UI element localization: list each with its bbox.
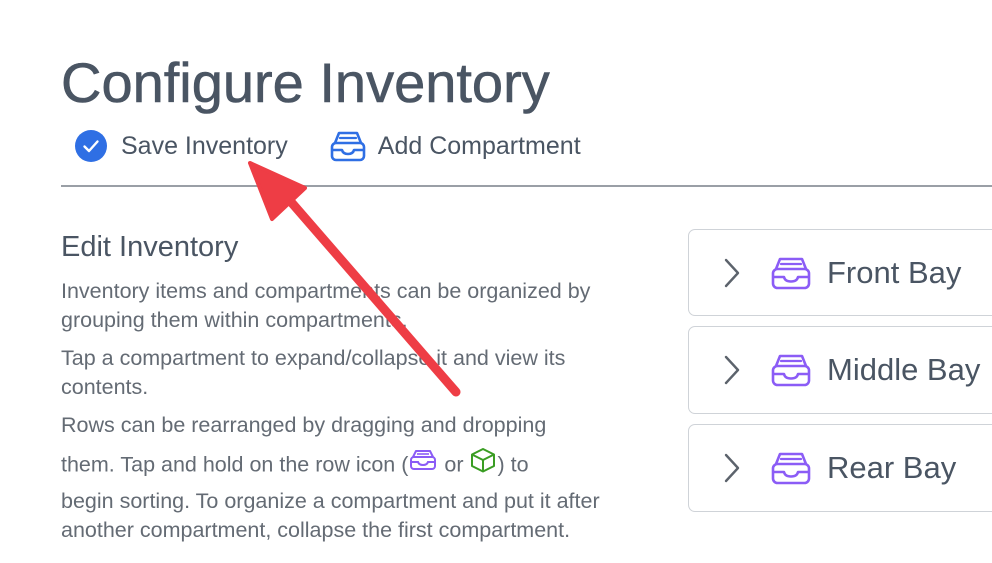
save-inventory-label: Save Inventory bbox=[121, 132, 288, 160]
help-text: Inventory items and compartments can be … bbox=[61, 277, 621, 545]
chevron-right-icon[interactable] bbox=[722, 257, 742, 289]
help-text-fragment: ) to bbox=[497, 452, 529, 477]
chevron-right-icon[interactable] bbox=[722, 354, 742, 386]
inbox-tray-icon bbox=[329, 129, 367, 163]
help-paragraph-rearrange-rest: begin sorting. To organize a compartment… bbox=[61, 489, 600, 542]
compartment-row-icon bbox=[408, 448, 438, 480]
compartment-label: Middle Bay bbox=[827, 352, 981, 387]
compartment-label: Rear Bay bbox=[827, 450, 957, 485]
compartment-row-front-bay[interactable]: Front Bay bbox=[688, 229, 992, 316]
toolbar: Save Inventory Add Compartment bbox=[74, 128, 581, 164]
inbox-tray-icon[interactable] bbox=[769, 352, 813, 388]
compartment-row-middle-bay[interactable]: Middle Bay bbox=[688, 326, 992, 414]
compartment-label: Front Bay bbox=[827, 254, 962, 290]
help-paragraph-grouping: Inventory items and compartments can be … bbox=[61, 279, 591, 332]
edit-inventory-heading: Edit Inventory bbox=[61, 231, 239, 263]
help-text-fragment: them. Tap and hold on the row icon ( bbox=[61, 452, 409, 477]
chevron-right-icon[interactable] bbox=[722, 452, 742, 484]
add-compartment-button[interactable]: Add Compartment bbox=[329, 128, 581, 164]
page-title: Configure Inventory bbox=[61, 51, 550, 115]
inbox-tray-icon[interactable] bbox=[769, 450, 813, 486]
help-text-or: or bbox=[438, 452, 470, 477]
help-paragraph-rearrange-line1: Rows can be rearranged by dragging and d… bbox=[61, 413, 547, 437]
check-circle-icon bbox=[74, 129, 108, 163]
help-paragraph-rearrange-line2: them. Tap and hold on the row icon ( or … bbox=[61, 447, 621, 483]
compartment-row-rear-bay[interactable]: Rear Bay bbox=[688, 424, 992, 512]
save-inventory-button[interactable]: Save Inventory bbox=[74, 128, 288, 164]
help-paragraph-expand: Tap a compartment to expand/collapse it … bbox=[61, 346, 566, 399]
inbox-tray-icon[interactable] bbox=[769, 255, 813, 291]
header-divider bbox=[61, 185, 992, 187]
item-box-icon bbox=[469, 447, 497, 481]
add-compartment-label: Add Compartment bbox=[377, 132, 581, 160]
